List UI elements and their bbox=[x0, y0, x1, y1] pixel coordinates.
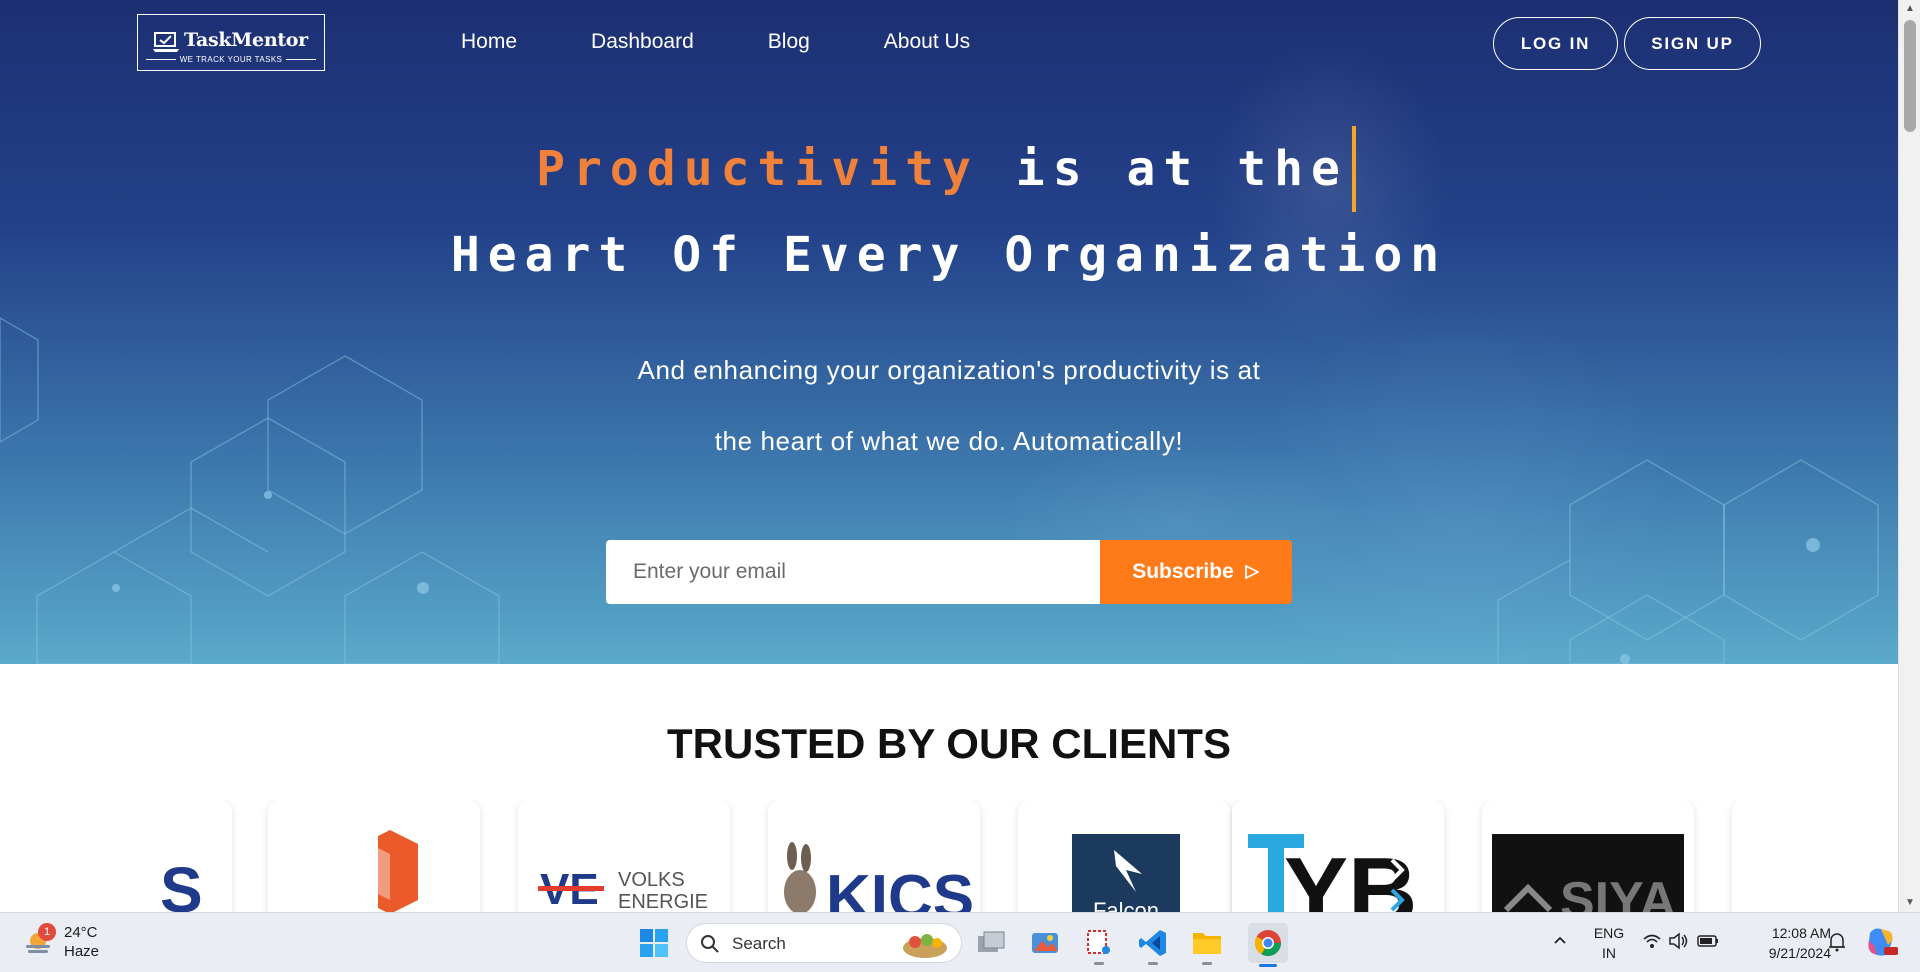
weather-condition: Haze bbox=[64, 943, 100, 960]
scroll-up-arrow-icon[interactable]: ▲ bbox=[1899, 0, 1920, 18]
nav-dashboard[interactable]: Dashboard bbox=[591, 30, 694, 54]
vscode-icon[interactable] bbox=[1135, 925, 1171, 965]
send-arrow-icon bbox=[1244, 565, 1259, 579]
subtitle-line2: the heart of what we do. Automatically! bbox=[714, 426, 1184, 456]
scroll-down-arrow-icon[interactable]: ▼ bbox=[1899, 894, 1920, 912]
client-card-partial-right bbox=[1732, 800, 1736, 912]
language-indicator[interactable]: ENG IN bbox=[1588, 923, 1630, 963]
copilot-icon[interactable] bbox=[1864, 925, 1898, 959]
hexagon-logo bbox=[378, 830, 418, 912]
logo-name: TaskMentor bbox=[184, 29, 308, 51]
client-card-tyb: YB bbox=[1232, 800, 1444, 912]
typing-cursor bbox=[1351, 126, 1356, 212]
headline-line2: Heart Of Every Organization bbox=[450, 227, 1448, 283]
battery-icon[interactable] bbox=[1696, 931, 1720, 951]
client-card-falcon: Falcon bbox=[1018, 800, 1230, 912]
windows-start-icon[interactable] bbox=[638, 927, 670, 959]
chrome-icon[interactable] bbox=[1248, 923, 1288, 967]
subscribe-button[interactable]: Subscribe bbox=[1100, 540, 1292, 604]
clock-time: 12:08 AM bbox=[1771, 925, 1831, 941]
svg-text:S: S bbox=[162, 854, 203, 912]
system-clock[interactable]: 12:08 AM 9/21/2024 bbox=[1735, 923, 1831, 963]
notification-bell-icon[interactable] bbox=[1826, 931, 1848, 953]
subscribe-form: Subscribe bbox=[606, 540, 1292, 604]
client-card-siya: SIYA bbox=[1482, 800, 1694, 912]
signup-button[interactable]: SIGN UP bbox=[1624, 17, 1761, 70]
volume-icon[interactable] bbox=[1668, 931, 1690, 951]
weather-widget[interactable]: 1 24°C Haze bbox=[22, 923, 112, 963]
svg-text:VOLKS: VOLKS bbox=[618, 869, 685, 891]
client-card-volks: VE VOLKS ENERGIE bbox=[518, 800, 730, 912]
page-scrollbar[interactable]: ▲ ▼ bbox=[1898, 0, 1920, 912]
clock-date: 9/21/2024 bbox=[1768, 945, 1831, 961]
snipping-tool-icon[interactable] bbox=[1081, 925, 1117, 965]
main-nav: Home Dashboard Blog About Us bbox=[461, 30, 1044, 54]
svg-text:SIYA: SIYA bbox=[1560, 872, 1677, 912]
volks-energie-logo: VE VOLKS ENERGIE bbox=[538, 865, 708, 912]
svg-text:Falcon: Falcon bbox=[1093, 898, 1159, 912]
hero-section: TaskMentor WE TRACK YOUR TASKS Home Dash… bbox=[0, 0, 1898, 664]
chevron-up-icon[interactable] bbox=[1551, 931, 1569, 949]
browser-page: TaskMentor WE TRACK YOUR TASKS Home Dash… bbox=[0, 0, 1898, 912]
email-input[interactable] bbox=[606, 540, 1100, 604]
taskbar-search[interactable]: Search bbox=[686, 923, 962, 963]
system-tray bbox=[1642, 931, 1720, 951]
svg-text:KICS: KICS bbox=[826, 863, 974, 912]
search-highlight-icon bbox=[903, 934, 947, 958]
client-card-kics: KICS bbox=[768, 800, 980, 912]
hero-headline: Productivity is at the Heart Of Every Or… bbox=[0, 126, 1898, 298]
partial-logo: S bbox=[162, 854, 203, 912]
nav-home[interactable]: Home bbox=[461, 30, 517, 54]
active-indicator bbox=[1259, 964, 1277, 967]
clients-title: TRUSTED BY OUR CLIENTS bbox=[667, 720, 1231, 767]
logo-tagline: WE TRACK YOUR TASKS bbox=[138, 55, 324, 64]
falcon-logo: Falcon bbox=[1072, 834, 1180, 912]
client-card-1 bbox=[268, 800, 480, 912]
weather-notification-badge: 1 bbox=[38, 923, 56, 941]
running-indicator bbox=[1148, 962, 1158, 965]
headline-rest: is at the bbox=[1015, 141, 1348, 197]
scrollbar-thumb[interactable] bbox=[1904, 20, 1916, 132]
laptop-check-icon bbox=[153, 32, 179, 52]
nav-blog[interactable]: Blog bbox=[768, 30, 810, 54]
running-indicator bbox=[1202, 962, 1212, 965]
search-icon bbox=[701, 935, 719, 953]
headline-accent: Productivity bbox=[536, 141, 979, 197]
task-view-icon[interactable] bbox=[973, 925, 1009, 961]
tyb-logo: YB bbox=[1248, 834, 1417, 912]
login-button[interactable]: LOG IN bbox=[1493, 17, 1618, 70]
photos-app-icon[interactable] bbox=[1027, 925, 1063, 961]
siya-logo: SIYA bbox=[1492, 834, 1684, 912]
search-label: Search bbox=[732, 934, 786, 953]
weather-temperature: 24°C bbox=[64, 924, 98, 941]
hero-subtitle: And enhancing your organization's produc… bbox=[0, 335, 1898, 477]
kics-logo: KICS bbox=[784, 842, 974, 912]
subscribe-label: Subscribe bbox=[1132, 560, 1234, 583]
nav-about-us[interactable]: About Us bbox=[884, 30, 970, 54]
language-region: IN bbox=[1602, 945, 1616, 961]
subtitle-line1: And enhancing your organization's produc… bbox=[637, 355, 1261, 385]
file-explorer-icon[interactable] bbox=[1189, 925, 1225, 965]
client-card-partial: S bbox=[162, 800, 232, 912]
language-code: ENG bbox=[1593, 925, 1625, 941]
taskmentor-logo[interactable]: TaskMentor WE TRACK YOUR TASKS bbox=[137, 14, 325, 71]
clients-carousel: S VE VOLKS ENERGIE KICS Falcon YB SIYA bbox=[162, 800, 1736, 912]
windows-taskbar: 1 24°C Haze Search ENG IN 12:08 AM 9/21/… bbox=[0, 912, 1920, 972]
running-indicator bbox=[1094, 962, 1104, 965]
wifi-icon[interactable] bbox=[1642, 931, 1662, 951]
svg-text:ENERGIE: ENERGIE bbox=[618, 891, 708, 912]
